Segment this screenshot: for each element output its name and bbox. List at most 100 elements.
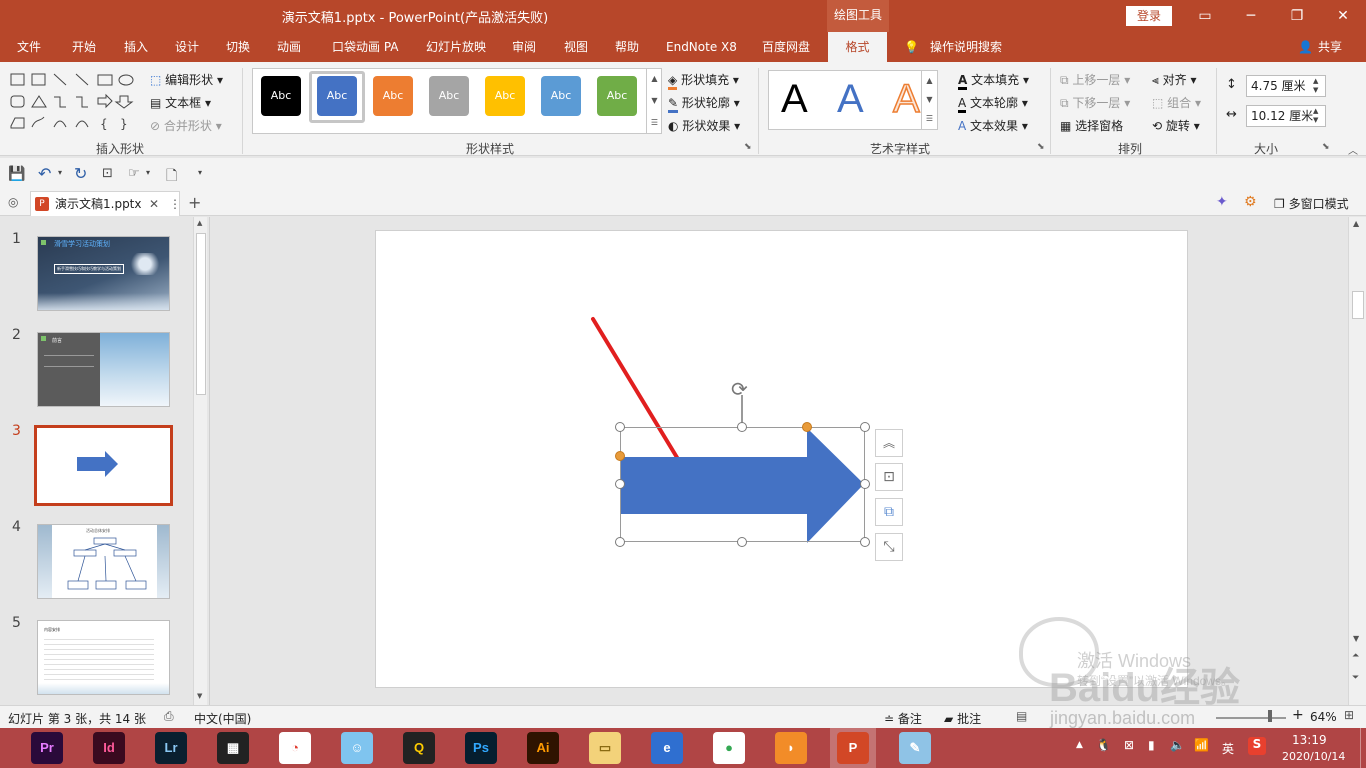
resize-handle-right[interactable] — [860, 479, 870, 489]
fit-to-window-icon[interactable]: ⊞ — [1344, 708, 1354, 722]
customize-qat-icon[interactable]: ▾ — [198, 168, 202, 177]
tab-baidu-netdisk[interactable]: 百度网盘 — [762, 32, 810, 62]
redo-icon[interactable]: ↻ — [74, 164, 87, 183]
taskbar-app-video-editor[interactable]: ▦ — [210, 728, 256, 768]
close-icon[interactable]: ✕ — [1328, 4, 1358, 28]
undo-icon[interactable]: ↶ — [38, 164, 51, 183]
sogou-input-icon[interactable]: S — [1248, 737, 1266, 755]
settings-gear-icon[interactable]: ⚙ — [1244, 194, 1257, 210]
new-document-icon[interactable]: 🗋 — [166, 165, 177, 189]
zoom-slider-thumb[interactable] — [1268, 710, 1272, 722]
tab-pocket-animation[interactable]: 口袋动画 PA — [332, 32, 399, 62]
rotate-button[interactable]: ⟲ 旋转 ▾ — [1152, 117, 1200, 134]
shape-style-gold[interactable]: Abc — [485, 76, 525, 116]
width-spinner[interactable]: ▲ ▼ — [1313, 107, 1323, 125]
restore-icon[interactable]: ❐ — [1282, 4, 1312, 28]
taskbar-app-powerpoint[interactable]: P — [830, 728, 876, 768]
wordart-style-black[interactable]: A — [781, 77, 808, 122]
touch-mode-dropdown-icon[interactable]: ▾ — [146, 168, 150, 177]
thumbnail-scroll-thumb[interactable] — [196, 233, 206, 395]
tab-transitions[interactable]: 切换 — [226, 32, 250, 62]
taskbar-app-lightroom[interactable]: Lr — [148, 728, 194, 768]
close-tab-icon[interactable]: ✕ — [149, 192, 159, 216]
taskbar-app-illustrator[interactable]: Ai — [520, 728, 566, 768]
zoom-in-icon[interactable]: + — [1292, 707, 1304, 723]
thumbnail-scrollbar[interactable]: ▲ ▼ — [193, 217, 207, 705]
save-icon[interactable]: 💾 — [8, 166, 25, 182]
text-effects-button[interactable]: A 文本效果 ▾ — [958, 117, 1028, 134]
dialog-launcher-icon[interactable]: ⬊ — [1037, 142, 1045, 152]
taskbar-app-file-explorer[interactable]: ▭ — [582, 728, 628, 768]
canvas-scrollbar[interactable]: ▲ ▼ ⏶ ⏷ — [1348, 217, 1366, 705]
volume-icon[interactable]: 🔈 — [1170, 738, 1185, 752]
document-tab[interactable]: P 演示文稿1.pptx ✕ ⋮ — [30, 191, 181, 216]
gallery-scroll-buttons[interactable]: ▲ ▼ ☰ — [646, 68, 662, 134]
tab-slideshow[interactable]: 幻灯片放映 — [426, 32, 486, 62]
resize-button[interactable]: ⤡ — [875, 533, 903, 561]
resize-handle-bottom-left[interactable] — [615, 537, 625, 547]
language-indicator[interactable]: 中文(中国) — [194, 710, 251, 727]
tab-home[interactable]: 开始 — [72, 32, 96, 62]
resize-handle-left[interactable] — [615, 479, 625, 489]
minimize-icon[interactable]: ─ — [1236, 4, 1266, 28]
magic-icon[interactable]: ✦ — [1216, 194, 1228, 210]
layout-options-button[interactable]: ︽ — [875, 429, 903, 457]
wordart-style-blue[interactable]: A — [837, 77, 864, 122]
tab-help[interactable]: 帮助 — [615, 32, 639, 62]
scroll-up-icon[interactable]: ▲ — [1353, 219, 1359, 228]
tab-more-icon[interactable]: ⋮ — [169, 192, 181, 216]
dialog-launcher-icon[interactable]: ⬊ — [1322, 142, 1330, 152]
adjust-handle-shaft[interactable] — [615, 451, 625, 461]
scroll-down-icon[interactable]: ▼ — [197, 692, 202, 700]
resize-handle-top[interactable] — [737, 422, 747, 432]
tray-expand-icon[interactable]: ▲ — [1076, 740, 1083, 750]
qq-tray-icon[interactable]: 🐧 — [1096, 738, 1111, 752]
shape-style-light-blue[interactable]: Abc — [541, 76, 581, 116]
slide-thumbnail-5[interactable]: 内容安排 — [37, 620, 170, 695]
height-spinner[interactable]: ▲ ▼ — [1313, 77, 1323, 95]
slide-thumbnail-2[interactable]: 前言 — [37, 332, 170, 407]
taskbar-app-qq[interactable]: Q — [396, 728, 442, 768]
shape-style-green[interactable]: Abc — [597, 76, 637, 116]
spelling-check-icon[interactable]: ⎙ — [164, 709, 174, 724]
resize-handle-top-right[interactable] — [860, 422, 870, 432]
shape-effects-button[interactable]: ◐ 形状效果 ▾ — [668, 117, 740, 134]
share-button[interactable]: 共享 — [1318, 32, 1342, 62]
shape-style-orange[interactable]: Abc — [373, 76, 413, 116]
taskbar-app-premiere[interactable]: Pr — [24, 728, 70, 768]
canvas-scroll-thumb[interactable] — [1352, 291, 1364, 319]
tab-review[interactable]: 审阅 — [512, 32, 536, 62]
scroll-up-icon[interactable]: ▲ — [197, 219, 202, 227]
battery-icon[interactable]: ▮ — [1148, 738, 1155, 752]
wordart-style-orange-outline[interactable]: A — [892, 76, 920, 122]
wordart-scroll-buttons[interactable]: ▲ ▼ ☰ — [921, 71, 937, 129]
text-fill-button[interactable]: A 文本填充 ▾ — [958, 71, 1029, 90]
resize-handle-bottom-right[interactable] — [860, 537, 870, 547]
zoom-level[interactable]: 64% — [1310, 710, 1337, 724]
clock-date[interactable]: 2020/10/14 — [1282, 750, 1345, 763]
tab-design[interactable]: 设计 — [175, 32, 199, 62]
taskbar-app-notepad[interactable]: ✎ — [892, 728, 938, 768]
text-box-button[interactable]: ▤ 文本框 ▾ — [150, 94, 211, 111]
align-button[interactable]: ⫷ 对齐 ▾ — [1152, 71, 1196, 88]
shape-style-gray[interactable]: Abc — [429, 76, 469, 116]
merge-shapes-button[interactable]: ⊘ 合并形状 ▾ — [150, 117, 222, 134]
slide-thumbnail-3-current[interactable] — [34, 425, 173, 506]
zoom-slider[interactable] — [1216, 717, 1286, 719]
shape-style-blue[interactable]: Abc — [317, 76, 357, 116]
taskbar-app-fox-app[interactable]: ◗ — [768, 728, 814, 768]
next-slide-icon[interactable]: ⏷ — [1352, 673, 1359, 683]
touch-mode-icon[interactable]: ☞ — [128, 166, 140, 181]
shape-style-button[interactable]: ⧉ — [875, 498, 903, 526]
tab-format[interactable]: 格式 — [828, 32, 887, 62]
shape-outline-button[interactable]: ✎ 形状轮廓 ▾ — [668, 94, 740, 113]
shapes-gallery[interactable]: {} — [8, 70, 134, 132]
present-from-start-icon[interactable]: ⊡ — [102, 166, 113, 181]
slide-thumbnail-4[interactable]: 活动总体安排 — [37, 524, 170, 599]
tab-list-icon[interactable]: ◎ — [8, 195, 18, 209]
adjust-handle-arrowhead[interactable] — [802, 422, 812, 432]
clock-time[interactable]: 13:19 — [1292, 733, 1327, 747]
edit-shape-button[interactable]: ⬚ 编辑形状 ▾ — [150, 71, 223, 88]
new-tab-icon[interactable]: + — [188, 193, 201, 212]
previous-slide-icon[interactable]: ⏶ — [1352, 651, 1359, 661]
